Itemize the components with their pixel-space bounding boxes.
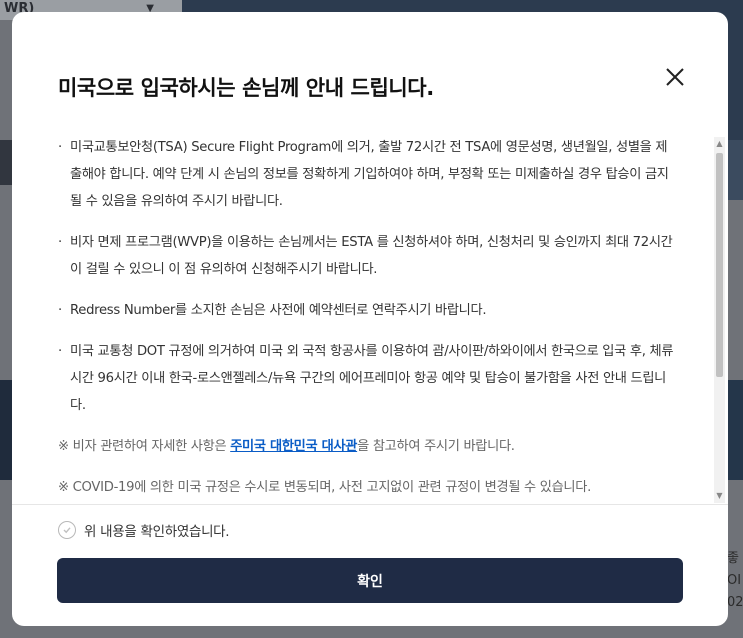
- scroll-down-arrow-icon[interactable]: ▼: [714, 489, 725, 503]
- embassy-link[interactable]: 주미국 대한민국 대사관: [230, 439, 357, 454]
- close-button[interactable]: [660, 62, 690, 92]
- close-icon: [666, 68, 684, 86]
- content-scrollbar[interactable]: ▲ ▼: [714, 137, 725, 503]
- background-banner-right: [727, 140, 743, 200]
- notice-text: 비자 면제 프로그램(WVP)을 이용하는 손님께서는 ESTA 를 신청하셔야…: [70, 235, 673, 277]
- notice-item: · 미국교통보안청(TSA) Secure Flight Program에 의거…: [58, 134, 678, 215]
- notice-item: · 미국 교통청 DOT 규정에 의거하여 미국 외 국적 항공사를 이용하여 …: [58, 338, 678, 419]
- background-card-text: 좋 OI 022: [727, 551, 743, 610]
- bullet-mark: ·: [58, 303, 62, 318]
- notice-text: 미국 교통청 DOT 규정에 의거하여 미국 외 국적 항공사를 이용하여 괌/…: [70, 344, 674, 413]
- notice-item: · Redress Number를 소지한 손님은 사전에 예약센터로 연락주시…: [58, 297, 678, 324]
- us-entry-notice-modal: 미국으로 입국하시는 손님께 안내 드립니다. · 미국교통보안청(TSA) S…: [12, 12, 728, 626]
- scrollbar-thumb[interactable]: [716, 153, 723, 377]
- visa-reference: ※ 비자 관련하여 자세한 사항은 주미국 대한민국 대사관을 참고하여 주시기…: [58, 433, 678, 460]
- notice-text: Redress Number를 소지한 손님은 사전에 예약센터로 연락주시기 …: [70, 303, 487, 318]
- bullet-mark: ·: [58, 140, 62, 155]
- confirm-button[interactable]: 확인: [57, 558, 683, 603]
- notice-text: 미국교통보안청(TSA) Secure Flight Program에 의거, …: [70, 140, 669, 209]
- background-card-left: [0, 380, 12, 480]
- background-card-right: [727, 380, 743, 480]
- footer-divider: [12, 504, 728, 505]
- notice-item: · 비자 면제 프로그램(WVP)을 이용하는 손님께서는 ESTA 를 신청하…: [58, 229, 678, 283]
- covid-reference: ※ COVID-19에 의한 미국 규정은 수시로 변동되며, 사전 고지없이 …: [58, 480, 591, 495]
- scroll-up-arrow-icon[interactable]: ▲: [714, 137, 725, 151]
- visa-reference-prefix: ※ 비자 관련하여 자세한 사항은: [58, 439, 231, 454]
- background-banner-left: [0, 140, 12, 185]
- confirm-checkbox[interactable]: [58, 521, 76, 539]
- bullet-mark: ·: [58, 344, 62, 359]
- confirm-label: 위 내용을 확인하였습니다.: [84, 524, 230, 540]
- confirm-checkbox-row[interactable]: 위 내용을 확인하였습니다.: [58, 519, 230, 541]
- modal-title: 미국으로 입국하시는 손님께 안내 드립니다.: [58, 76, 434, 100]
- visa-reference-suffix: 을 참고하여 주시기 바랍니다.: [357, 439, 515, 454]
- bullet-mark: ·: [58, 235, 62, 250]
- notice-content[interactable]: · 미국교통보안청(TSA) Secure Flight Program에 의거…: [58, 134, 678, 506]
- check-icon: [63, 527, 71, 534]
